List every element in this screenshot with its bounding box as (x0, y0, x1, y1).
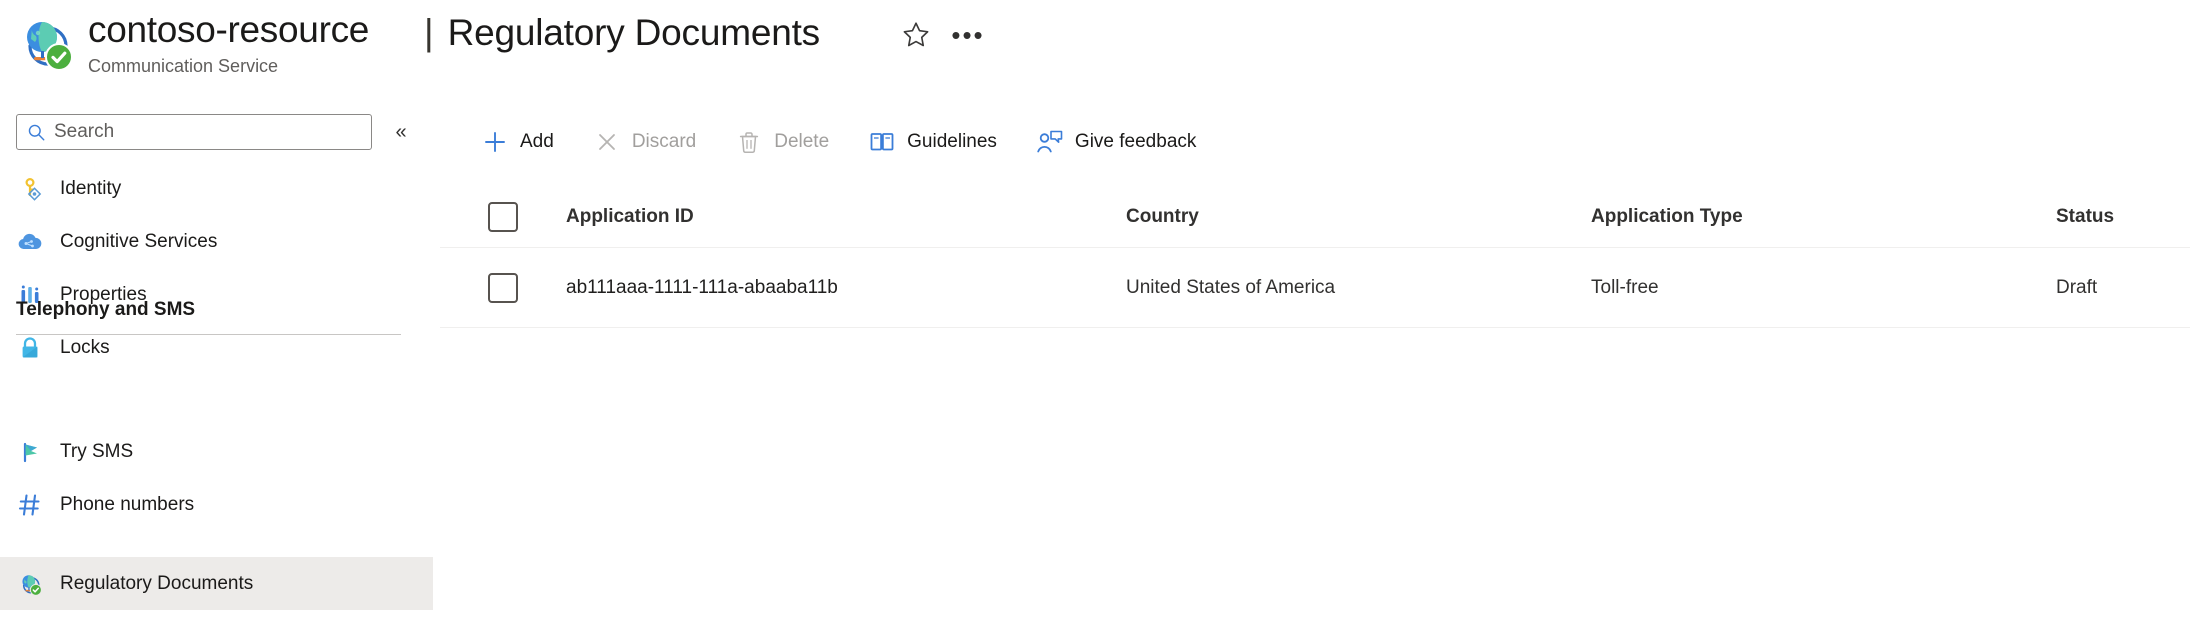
add-button-label: Add (520, 131, 554, 152)
table-row[interactable]: ab111aaa-1111-111a-abaaba11b United Stat… (440, 248, 2190, 328)
give-feedback-button-label: Give feedback (1074, 131, 1197, 152)
cell-application-id: ab111aaa-1111-111a-abaaba11b (566, 276, 838, 298)
globe-check-icon (14, 12, 76, 74)
resource-header: contoso-resource Communication Service |… (0, 0, 2190, 100)
hash-phone-icon (16, 492, 44, 518)
discard-button[interactable]: Discard (588, 120, 710, 164)
select-all-cell (440, 201, 566, 232)
main-content: Add Discard Delete Guidelines Give feedb… (440, 104, 2190, 628)
column-header-country[interactable]: Country (1126, 206, 1591, 228)
search-row: « (16, 114, 416, 150)
sidebar-section-title: Telephony and SMS (16, 299, 196, 320)
cell-status: Draft (2056, 276, 2098, 298)
sidebar-item-label: Try SMS (60, 440, 134, 462)
select-all-checkbox[interactable] (488, 201, 518, 232)
collapse-sidebar-button[interactable]: « (386, 117, 416, 147)
row-select-cell (440, 272, 566, 303)
regulatory-documents-table: Application ID Country Application Type … (440, 186, 2190, 328)
delete-button-label: Delete (774, 131, 830, 152)
cloud-cognitive-icon (16, 230, 44, 254)
star-outline-icon (903, 22, 929, 47)
sidebar-item-phone-numbers[interactable]: Phone numbers (0, 478, 433, 531)
sidebar-item-label: Cognitive Services (60, 230, 218, 252)
row-checkbox[interactable] (488, 272, 518, 303)
column-header-status[interactable]: Status (2056, 206, 2190, 228)
favorite-star-button[interactable] (898, 17, 934, 53)
plus-icon (480, 127, 510, 157)
cell-application-type: Toll-free (1591, 276, 1659, 298)
lock-icon (16, 336, 44, 360)
sidebar-section-telephony-and-sms: Telephony and SMS (16, 299, 416, 335)
sidebar-item-try-sms[interactable]: Try SMS (0, 425, 433, 478)
column-header-application-type[interactable]: Application Type (1591, 206, 2056, 228)
guidelines-button[interactable]: Guidelines (863, 120, 1011, 164)
sidebar-item-label: Locks (60, 336, 110, 358)
close-x-icon (592, 127, 622, 157)
sidebar-item-label: Identity (60, 177, 122, 199)
sidebar: « Identity Cognitive Serv (0, 104, 440, 628)
more-actions-button[interactable]: ••• (948, 17, 988, 53)
command-bar: Add Discard Delete Guidelines Give feedb… (440, 116, 1230, 168)
discard-button-label: Discard (631, 131, 697, 152)
column-header-application-id[interactable]: Application ID (566, 206, 1126, 228)
page-title-wrap: | Regulatory Documents (424, 10, 820, 56)
title-divider: | (424, 12, 434, 53)
book-icon (867, 127, 897, 157)
resource-title-block: contoso-resource Communication Service (88, 8, 369, 78)
cell-country: United States of America (1126, 276, 1336, 298)
sidebar-item-cognitive-services[interactable]: Cognitive Services (0, 215, 433, 268)
page-title: Regulatory Documents (447, 12, 821, 53)
search-input[interactable] (54, 121, 344, 143)
sidebar-section-divider (16, 334, 401, 335)
feedback-person-icon (1035, 127, 1065, 157)
search-box[interactable] (16, 114, 372, 150)
sidebar-item-regulatory-documents[interactable]: Regulatory Documents (0, 557, 433, 610)
resource-subtitle: Communication Service (88, 56, 279, 76)
search-icon (27, 123, 46, 142)
table-header-row: Application ID Country Application Type … (440, 186, 2190, 248)
give-feedback-button[interactable]: Give feedback (1031, 120, 1210, 164)
flag-sms-icon (16, 440, 44, 464)
sidebar-item-label: Regulatory Documents (60, 572, 254, 594)
sidebar-item-label: Phone numbers (60, 493, 195, 515)
delete-button[interactable]: Delete (730, 120, 843, 164)
globe-check-icon (16, 571, 44, 597)
add-button[interactable]: Add (476, 120, 568, 164)
trash-icon (734, 127, 764, 157)
guidelines-button-label: Guidelines (907, 131, 997, 152)
resource-name: contoso-resource (88, 9, 370, 50)
sidebar-item-identity[interactable]: Identity (0, 162, 433, 215)
key-identity-icon (16, 177, 44, 201)
